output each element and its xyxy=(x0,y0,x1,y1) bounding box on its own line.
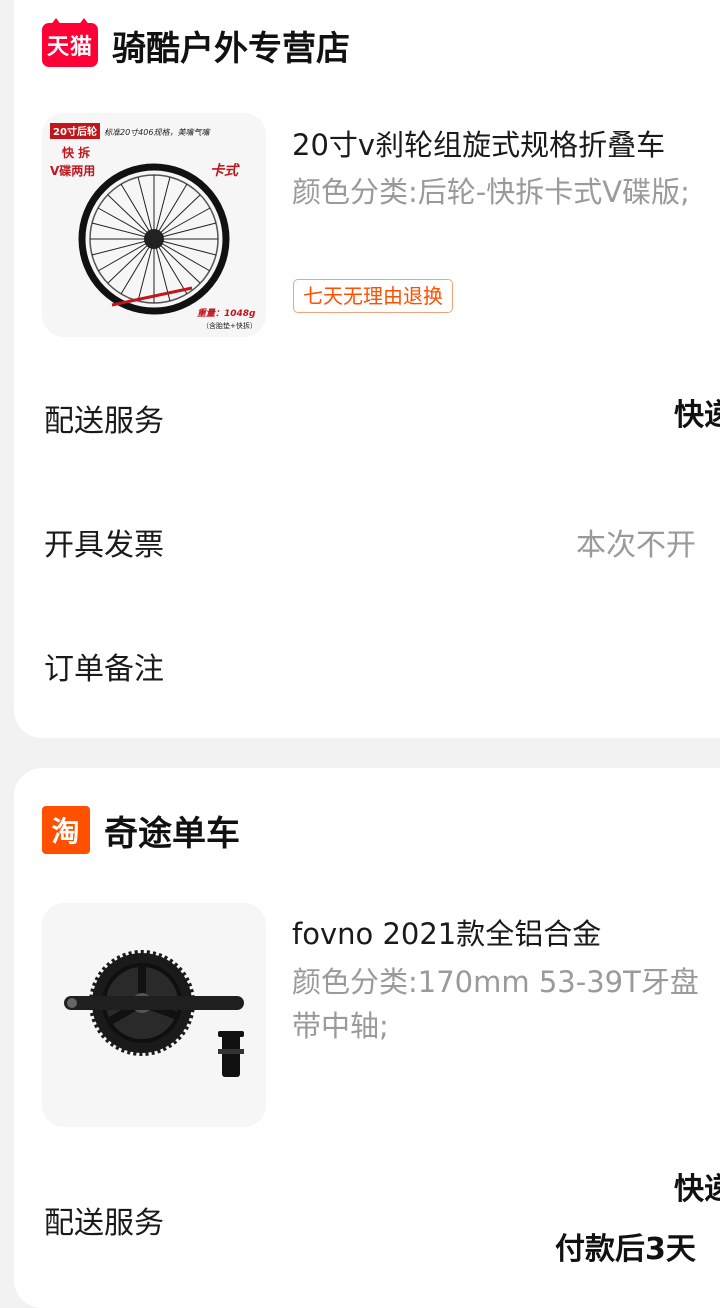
delivery-service-label: 配送服务 xyxy=(44,404,164,439)
crankset-product-image xyxy=(42,903,266,1127)
product-image[interactable]: 20寸后轮 标准20寸406规格，美嘴气嘴 快 拆 V碟两用 卡式 重量：104… xyxy=(42,113,266,337)
shop-header[interactable]: 淘 奇途单车 xyxy=(42,804,240,856)
delivery-time-value[interactable]: 付款后3天 xyxy=(555,1224,696,1268)
wheel-product-image: 20寸后轮 标准20寸406规格，美嘴气嘴 快 拆 V碟两用 卡式 重量：104… xyxy=(42,113,266,337)
product-title[interactable]: fovno 2021款全铝合金 xyxy=(292,911,601,953)
order-card-1: 天猫 骑酷户外专营店 20寸后轮 标准20寸406规格，美嘴气嘴 快 拆 V碟两… xyxy=(14,0,720,738)
return-policy-tag: 七天无理由退换 xyxy=(293,279,453,313)
shop-header[interactable]: 天猫 骑酷户外专营店 xyxy=(42,18,350,71)
shop-name[interactable]: 奇途单车 xyxy=(104,806,240,855)
product-spec[interactable]: 颜色分类:后轮-快拆卡式V碟版; xyxy=(292,170,720,214)
image-top-note: 标准20寸406规格，美嘴气嘴 xyxy=(104,128,211,137)
shop-name[interactable]: 骑酷户外专营店 xyxy=(112,21,350,70)
image-weight-note: （含胎垫+快拆） xyxy=(202,321,257,330)
product-spec[interactable]: 颜色分类:170mm 53-39T牙盘 带中轴; xyxy=(292,960,720,1048)
order-card-2: 淘 奇途单车 fovno 2021款全铝合金 颜色分类:170mm 53-39T… xyxy=(14,768,720,1308)
image-weight: 重量：1048g xyxy=(197,308,256,319)
tmall-logo-icon: 天猫 xyxy=(42,18,98,67)
delivery-service-label: 配送服务 xyxy=(44,1206,164,1241)
order-note-label: 订单备注 xyxy=(44,652,164,687)
order-note-input[interactable] xyxy=(314,644,714,680)
invoice-label: 开具发票 xyxy=(44,528,164,563)
image-left-label-1: 快 拆 xyxy=(62,145,90,160)
delivery-service-value[interactable]: 快递 xyxy=(674,390,720,434)
image-corner-label: 20寸后轮 xyxy=(53,125,97,138)
product-title[interactable]: 20寸v刹轮组旋式规格折叠车 xyxy=(292,122,665,164)
product-image[interactable] xyxy=(42,903,266,1127)
delivery-service-value[interactable]: 快递 xyxy=(674,1164,720,1208)
invoice-value[interactable]: 本次不开 xyxy=(576,520,696,564)
taobao-logo-icon: 淘 xyxy=(42,806,90,854)
image-right-label: 卡式 xyxy=(210,162,240,179)
image-left-label-2: V碟两用 xyxy=(50,164,95,178)
